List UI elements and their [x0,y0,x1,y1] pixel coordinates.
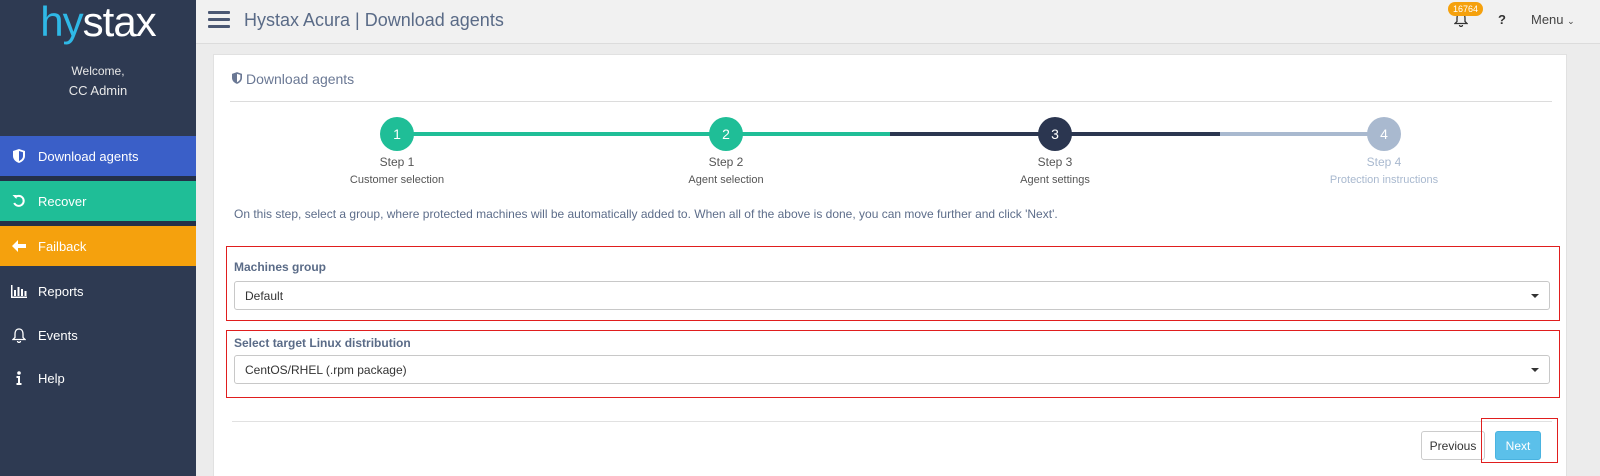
info-icon [0,371,38,385]
machines-group-value: Default [245,288,284,303]
hamburger-menu-icon[interactable] [208,11,230,31]
sidebar-item-label: Failback [38,238,87,254]
stepper-line-pending [1220,132,1384,136]
chevron-down-icon: ⌄ [1567,16,1575,26]
logo-part-stax: stax [82,0,157,45]
card-title: Download agents [232,71,354,87]
step-4-label: Step 4 [1366,155,1402,169]
sidebar-item-label: Recover [38,193,87,209]
sidebar-item-download-agents[interactable]: Download agents [0,136,196,176]
sidebar-item-label: Reports [38,283,84,299]
divider [230,101,1552,102]
linux-distribution-section: Select target Linux distribution CentOS/… [226,330,1560,398]
notification-count-badge[interactable]: 16764 [1448,2,1484,16]
undo-icon [0,194,38,208]
logo-part-hy: hy [40,0,83,45]
top-header: Hystax Acura | Download agents 16764 ? M… [196,0,1600,44]
linux-distribution-label: Select target Linux distribution [234,336,411,350]
sidebar-item-reports[interactable]: Reports [0,271,196,311]
shield-icon [0,149,38,163]
step-3-description: Agent settings [1020,174,1090,186]
bell-icon [0,327,38,343]
page-title: Hystax Acura | Download agents [244,10,504,30]
bar-chart-icon [0,284,38,298]
caret-down-icon [1531,368,1539,372]
sidebar-item-events[interactable]: Events [0,315,196,355]
machines-group-section: Machines group Default [226,246,1560,321]
shield-icon [232,71,242,87]
previous-button[interactable]: Previous [1421,431,1485,460]
sidebar-item-label: Download agents [38,148,139,164]
sidebar-item-label: Help [38,370,65,386]
download-agents-card: Download agents 1 2 3 4 Step 1 Customer … [213,54,1567,476]
user-name: CC Admin [68,83,128,98]
user-menu-dropdown[interactable]: Menu ⌄ [1531,12,1575,27]
caret-down-icon [1531,294,1539,298]
step-3-circle: 3 [1038,117,1072,151]
arrow-left-icon [0,240,38,252]
sidebar-item-label: Events [38,327,78,343]
machines-group-label: Machines group [234,260,327,274]
menu-label: Menu [1531,12,1564,27]
step-1-label: Step 1 [379,155,415,169]
step-4-circle: 4 [1367,117,1401,151]
sidebar-item-recover[interactable]: Recover [0,181,196,221]
sidebar: hystax Welcome, CC Admin Download agents… [0,0,196,476]
stepper-line-completed [397,132,890,136]
welcome-text: Welcome, [71,64,125,78]
linux-distribution-select[interactable]: CentOS/RHEL (.rpm package) [234,355,1550,384]
sidebar-item-failback[interactable]: Failback [0,226,196,266]
step-4-description: Protection instructions [1329,174,1439,186]
sidebar-item-help[interactable]: Help [0,358,196,398]
next-button-highlight [1481,418,1558,463]
logo: hystax [0,0,196,48]
card-title-text: Download agents [246,71,355,87]
divider [232,421,1552,422]
step-2-circle[interactable]: 2 [709,117,743,151]
step-1-circle[interactable]: 1 [380,117,414,151]
step-instructions: On this step, select a group, where prot… [234,207,1058,221]
step-1-description: Customer selection [349,174,445,186]
step-2-description: Agent selection [688,174,764,186]
machines-group-select[interactable]: Default [234,281,1550,310]
step-3-label: Step 3 [1037,155,1073,169]
help-button[interactable]: ? [1498,12,1506,27]
linux-distribution-value: CentOS/RHEL (.rpm package) [245,362,407,377]
step-2-label: Step 2 [708,155,744,169]
